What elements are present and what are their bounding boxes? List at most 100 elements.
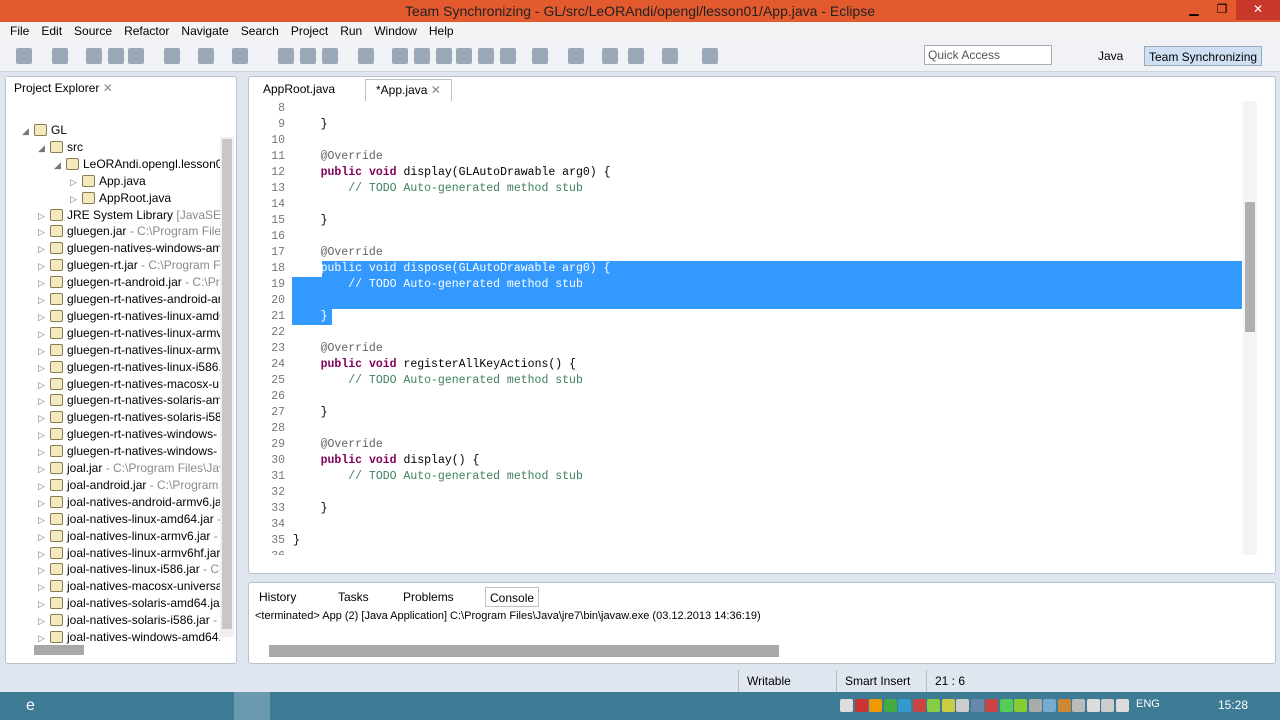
- scrollbar-thumb[interactable]: [222, 139, 232, 629]
- collapsed-arrow-icon[interactable]: ▷: [38, 512, 50, 528]
- collapsed-arrow-icon[interactable]: ▷: [38, 309, 50, 325]
- tree-item[interactable]: ▷joal-natives-linux-amd64.jar -: [38, 511, 220, 528]
- toolbar-button-icon[interactable]: [300, 48, 316, 64]
- tree-item[interactable]: ◢ LeORAndi.opengl.lesson01: [54, 156, 220, 173]
- tray-icon[interactable]: [1086, 699, 1100, 712]
- toolbar-button-icon[interactable]: [164, 48, 180, 64]
- code-line[interactable]: }: [293, 309, 328, 325]
- tree-item[interactable]: ▷ joal-natives-linux-armv6hf.jar: [38, 545, 220, 562]
- tree-item[interactable]: ▷ joal-natives-android-armv6.ja: [38, 494, 220, 511]
- collapsed-arrow-icon[interactable]: ▷: [38, 275, 50, 291]
- code-line[interactable]: }: [293, 117, 328, 133]
- code-line[interactable]: public void display() {: [293, 453, 480, 469]
- collapsed-arrow-icon[interactable]: ▷: [70, 191, 82, 207]
- tree-item[interactable]: ▷ gluegen-rt-natives-linux-armv6: [38, 325, 220, 342]
- collapsed-arrow-icon[interactable]: ▷: [38, 546, 50, 562]
- collapsed-arrow-icon[interactable]: ▷: [38, 241, 50, 257]
- tree-item[interactable]: ▷ gluegen-rt-natives-windows-: [38, 443, 220, 460]
- toolbar-button-icon[interactable]: [628, 48, 644, 64]
- tree-item[interactable]: ▷ gluegen-rt-natives-solaris-am: [38, 392, 220, 409]
- perspective-team-synchronizing[interactable]: Team Synchronizing: [1144, 46, 1263, 66]
- perspective-java[interactable]: Java: [1094, 46, 1127, 66]
- tree-item[interactable]: ▷ gluegen-rt-android.jar - C:\Program: [38, 274, 220, 291]
- tree-item[interactable]: ▷ AppRoot.java: [70, 190, 220, 207]
- code-line[interactable]: }: [293, 213, 328, 229]
- toolbar-button-icon[interactable]: [86, 48, 102, 64]
- tree-item[interactable]: ▷ joal-natives-windows-amd64.: [38, 629, 220, 646]
- collapsed-arrow-icon[interactable]: ▷: [38, 579, 50, 595]
- maximize-button[interactable]: ❐: [1208, 0, 1236, 20]
- tray-icon[interactable]: [927, 699, 940, 712]
- code-line[interactable]: // TODO Auto-generated method stub: [293, 277, 583, 293]
- tray-icon[interactable]: [1014, 699, 1027, 712]
- tab-tasks[interactable]: Tasks: [334, 587, 373, 607]
- collapsed-arrow-icon[interactable]: ▷: [38, 444, 50, 460]
- tree-item[interactable]: ▷ joal-natives-linux-armv6.jar -: [38, 528, 220, 545]
- toolbar-button-icon[interactable]: [52, 48, 68, 64]
- scrollbar-thumb[interactable]: [1245, 202, 1255, 332]
- collapsed-arrow-icon[interactable]: ▷: [38, 224, 50, 240]
- collapsed-arrow-icon[interactable]: ▷: [38, 326, 50, 342]
- tree-item[interactable]: ▷ gluegen-rt-natives-linux-i586.: [38, 359, 220, 376]
- collapsed-arrow-icon[interactable]: ▷: [38, 596, 50, 612]
- tab-problems[interactable]: Problems: [399, 587, 458, 607]
- code-line[interactable]: public void display(GLAutoDrawable arg0)…: [293, 165, 611, 181]
- toolbar-button-icon[interactable]: [414, 48, 430, 64]
- tray-icon[interactable]: [1043, 699, 1056, 712]
- close-button[interactable]: ✕: [1236, 0, 1280, 20]
- menu-file[interactable]: File: [4, 22, 35, 40]
- tray-icon[interactable]: [854, 699, 868, 712]
- menu-window[interactable]: Window: [368, 22, 423, 40]
- tree-item[interactable]: ▷ gluegen-rt.jar - C:\Program Files: [38, 257, 220, 274]
- collapsed-arrow-icon[interactable]: ▷: [38, 495, 50, 511]
- menu-help[interactable]: Help: [423, 22, 460, 40]
- tray-icon[interactable]: [1028, 699, 1042, 712]
- code-line[interactable]: public void dispose(GLAutoDrawable arg0)…: [293, 261, 611, 277]
- toolbar-button-icon[interactable]: [16, 48, 32, 64]
- collapsed-arrow-icon[interactable]: ▷: [38, 258, 50, 274]
- tree-item[interactable]: ▷ gluegen-rt-natives-windows-: [38, 426, 220, 443]
- collapsed-arrow-icon[interactable]: ▷: [38, 343, 50, 359]
- tab-history[interactable]: History: [255, 587, 300, 607]
- tray-icon[interactable]: [999, 699, 1013, 712]
- quick-access-input[interactable]: Quick Access: [924, 45, 1052, 65]
- collapsed-arrow-icon[interactable]: ▷: [38, 377, 50, 393]
- language-indicator[interactable]: ENG: [1136, 698, 1160, 710]
- code-line[interactable]: // TODO Auto-generated method stub: [293, 373, 583, 389]
- tree-item[interactable]: ▷ gluegen-rt-natives-solaris-i58: [38, 409, 220, 426]
- collapsed-arrow-icon[interactable]: ▷: [38, 562, 50, 578]
- collapsed-arrow-icon[interactable]: ▷: [38, 461, 50, 477]
- tree-item[interactable]: ▷ gluegen-rt-natives-android-armv6: [38, 291, 220, 308]
- toolbar-button-icon[interactable]: [108, 48, 124, 64]
- tree-item[interactable]: ◢ src: [38, 139, 220, 156]
- collapsed-arrow-icon[interactable]: ▷: [70, 174, 82, 190]
- tree-item[interactable]: ◢ GL: [22, 122, 220, 139]
- tab-app-java[interactable]: *App.java ✕: [365, 79, 452, 101]
- toolbar-button-icon[interactable]: [436, 48, 452, 64]
- toolbar-button-icon[interactable]: [232, 48, 248, 64]
- tree-item[interactable]: ▷ joal.jar - C:\Program Files\Jav: [38, 460, 220, 477]
- collapsed-arrow-icon[interactable]: ▷: [38, 410, 50, 426]
- toolbar-button-icon[interactable]: [478, 48, 494, 64]
- toolbar-button-icon[interactable]: [358, 48, 374, 64]
- code-area[interactable]: 8 9 } 10 11 @Override 12 public void display…: [249, 101, 1259, 555]
- tree-item[interactable]: ▷ joal-natives-linux-i586.jar - C:: [38, 561, 220, 578]
- tray-icon[interactable]: [1072, 699, 1085, 712]
- tree-item[interactable]: ▷ gluegen-natives-windows-amd64: [38, 240, 220, 257]
- tray-icon[interactable]: [912, 699, 926, 712]
- tree-item[interactable]: ▷ gluegen-rt-natives-macosx-u: [38, 376, 220, 393]
- close-icon[interactable]: ✕: [431, 83, 441, 97]
- tree-item[interactable]: ▷ gluegen.jar - C:\Program Files: [38, 223, 220, 240]
- horizontal-scrollbar-thumb[interactable]: [34, 645, 84, 655]
- tray-icon[interactable]: [1115, 699, 1129, 712]
- tree-item[interactable]: ▷ App.java: [70, 173, 220, 190]
- tree-item[interactable]: ▷ joal-android.jar - C:\Program: [38, 477, 220, 494]
- collapsed-arrow-icon[interactable]: ▷: [38, 630, 50, 646]
- toolbar-button-icon[interactable]: [392, 48, 408, 64]
- tab-approot-java[interactable]: AppRoot.java: [253, 79, 345, 101]
- code-line[interactable]: @Override: [293, 149, 383, 165]
- expanded-arrow-icon[interactable]: ◢: [38, 140, 50, 156]
- project-explorer-tab[interactable]: Project Explorer ✕: [6, 77, 121, 99]
- tree-item[interactable]: ▷ gluegen-rt-natives-linux-armv6hf: [38, 342, 220, 359]
- code-line[interactable]: // TODO Auto-generated method stub: [293, 469, 583, 485]
